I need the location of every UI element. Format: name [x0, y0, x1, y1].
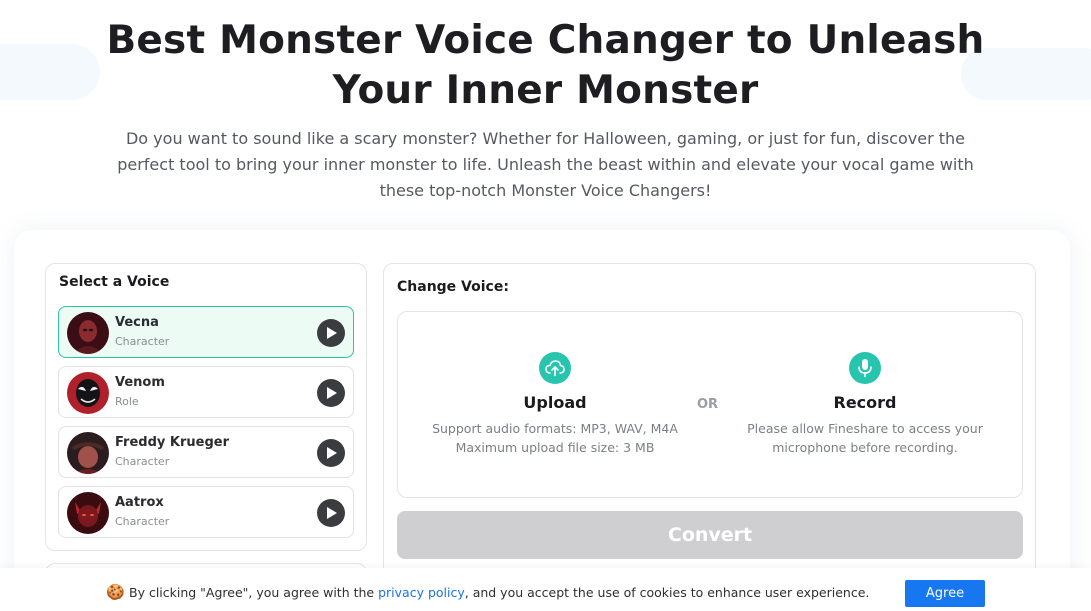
play-icon: [327, 387, 337, 399]
convert-button[interactable]: Convert: [397, 511, 1023, 559]
avatar-freddy-krueger: [67, 432, 109, 474]
voice-name: Venom: [115, 375, 165, 390]
page-title-line1: Best Monster Voice Changer to Unleash: [106, 18, 985, 63]
voice-item-freddy-krueger[interactable]: Freddy Krueger Character: [58, 426, 354, 478]
play-button[interactable]: [317, 499, 345, 527]
microphone-icon: [849, 352, 881, 384]
voice-type: Role: [115, 395, 139, 408]
cloud-upload-icon: [539, 352, 571, 384]
voice-item-vecna[interactable]: Vecna Character: [58, 306, 354, 358]
play-icon: [327, 327, 337, 339]
change-voice-title: Change Voice:: [397, 279, 509, 295]
privacy-policy-link[interactable]: privacy policy: [378, 585, 465, 600]
record-option[interactable]: Record Please allow Fineshare to access …: [730, 352, 1000, 457]
hero-section: Best Monster Voice Changer to Unleash Yo…: [0, 16, 1091, 204]
or-separator: OR: [697, 397, 719, 412]
voice-type: Character: [115, 515, 170, 528]
voice-item-venom[interactable]: Venom Role: [58, 366, 354, 418]
voice-type: Character: [115, 335, 170, 348]
play-icon: [327, 507, 337, 519]
page-description: Do you want to sound like a scary monste…: [117, 129, 974, 200]
change-voice-panel: Change Voice: Upload Support audio forma…: [383, 263, 1036, 583]
agree-button[interactable]: Agree: [905, 580, 985, 607]
page-title: Best Monster Voice Changer to Unleash Yo…: [96, 16, 996, 116]
voice-select-panel: Select a Voice Vecna Character Venom Rol…: [45, 263, 367, 551]
audio-input-area: Upload Support audio formats: MP3, WAV, …: [397, 311, 1023, 498]
play-icon: [327, 447, 337, 459]
upload-formats: Support audio formats: MP3, WAV, M4A: [432, 421, 678, 436]
record-desc-line2: microphone before recording.: [772, 440, 958, 455]
page-title-line2: Your Inner Monster: [332, 68, 759, 113]
voice-name: Aatrox: [115, 495, 164, 510]
record-description: Please allow Fineshare to access your mi…: [730, 419, 1000, 457]
upload-size-limit: Maximum upload file size: 3 MB: [455, 440, 655, 455]
upload-option[interactable]: Upload Support audio formats: MP3, WAV, …: [420, 352, 690, 457]
upload-title: Upload: [523, 393, 587, 412]
cookie-text-after: , and you accept the use of cookies to e…: [464, 585, 870, 600]
avatar-venom: [67, 372, 109, 414]
play-button[interactable]: [317, 379, 345, 407]
voice-name: Freddy Krueger: [115, 435, 229, 450]
play-button[interactable]: [317, 319, 345, 347]
cookie-text: By clicking "Agree", you agree with the …: [129, 585, 869, 600]
voice-name: Vecna: [115, 315, 159, 330]
record-desc-line1: Please allow Fineshare to access your: [747, 421, 983, 436]
avatar-aatrox: [67, 492, 109, 534]
record-title: Record: [833, 393, 897, 412]
voice-type: Character: [115, 455, 170, 468]
voice-item-aatrox[interactable]: Aatrox Character: [58, 486, 354, 538]
cookie-banner: 🍪 By clicking "Agree", you agree with th…: [0, 568, 1091, 611]
cookie-icon: 🍪: [106, 583, 125, 601]
voice-panel-title: Select a Voice: [59, 274, 170, 290]
avatar-vecna: [67, 312, 109, 354]
cookie-text-before: By clicking "Agree", you agree with the: [129, 585, 379, 600]
upload-description: Support audio formats: MP3, WAV, M4A Max…: [420, 419, 690, 457]
play-button[interactable]: [317, 439, 345, 467]
